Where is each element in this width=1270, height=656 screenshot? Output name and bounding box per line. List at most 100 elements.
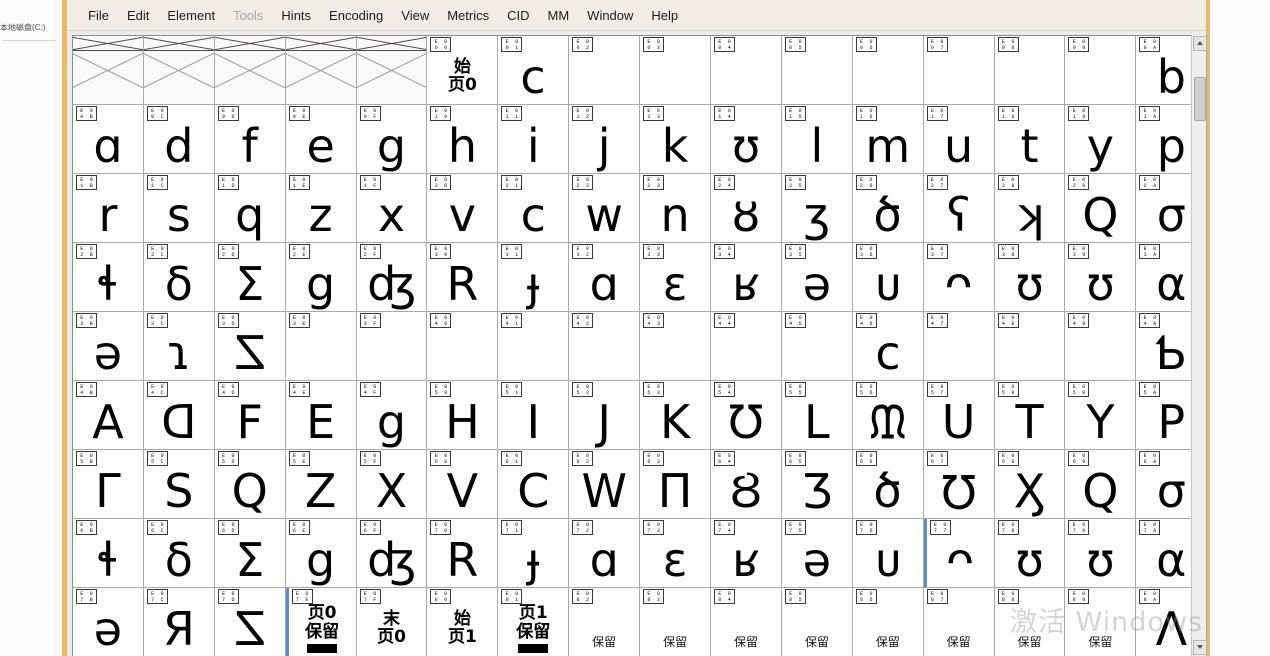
glyph-cell[interactable]	[143, 36, 215, 105]
glyph-cell[interactable]: E5 08T	[994, 381, 1066, 450]
glyph-cell[interactable]	[285, 36, 357, 105]
glyph-cell[interactable]: E1 0B r	[73, 174, 144, 243]
glyph-cell[interactable]: E5 02 J	[569, 381, 641, 450]
glyph-cell[interactable]: E 8 0 8 保留	[994, 588, 1066, 656]
glyph-cell[interactable]: E2 0Fʤ	[356, 243, 428, 312]
glyph-cell[interactable]: E 8 0 4 保留	[711, 588, 782, 656]
glyph-cell[interactable]: E2 06ծ	[852, 174, 924, 243]
glyph-cell[interactable]: E7 07ᴖ	[923, 519, 995, 588]
glyph-cell[interactable]: E7 0CЯ	[143, 588, 215, 656]
glyph-cell[interactable]: E5 06ᙢ	[852, 381, 924, 450]
glyph-cell[interactable]: E3 04ʁ	[711, 243, 782, 312]
glyph-cell[interactable]: E7 0Bǝ	[73, 588, 144, 656]
glyph-cell[interactable]: E7 00R	[427, 519, 499, 588]
glyph-cell[interactable]: E4 0BA	[73, 381, 144, 450]
glyph-cell[interactable]: E2 01c	[498, 174, 570, 243]
glyph-cell[interactable]: E4 03	[640, 312, 712, 381]
glyph-cell[interactable]: E4 00	[427, 312, 499, 381]
glyph-cell[interactable]: E3 08ʊ	[994, 243, 1066, 312]
glyph-cell[interactable]: E0 03	[640, 36, 712, 105]
glyph-cell[interactable]: E1 04ʊ	[711, 105, 782, 174]
glyph-cell[interactable]: E1 07u	[923, 105, 995, 174]
glyph-cell[interactable]: E1 05 l	[781, 105, 853, 174]
glyph-cell[interactable]: E 8 0 7 保留	[923, 588, 995, 656]
glyph-cell[interactable]: E5 09Y	[1065, 381, 1137, 450]
glyph-cell[interactable]: E5 0BΓ	[73, 450, 144, 519]
glyph-cell[interactable]: E5 0EZ	[285, 450, 357, 519]
scroll-down-button[interactable]	[1193, 640, 1207, 655]
glyph-cell[interactable]: E3 09ʊ	[1065, 243, 1137, 312]
glyph-cell[interactable]: E1 03k	[640, 105, 712, 174]
glyph-cell[interactable]: E5 0FX	[356, 450, 428, 519]
glyph-cell[interactable]: E7 03ɛ	[640, 519, 712, 588]
glyph-cell[interactable]: E1 0Dq	[214, 174, 286, 243]
glyph-cell[interactable]: E2 03n	[640, 174, 712, 243]
glyph-cell[interactable]: E5 01 I	[498, 381, 570, 450]
glyph-cell[interactable]: E7 02ɑ	[569, 519, 641, 588]
glyph-cell[interactable]: E4 01	[498, 312, 570, 381]
glyph-cell[interactable]: E4 07	[923, 312, 995, 381]
glyph-cell[interactable]: E6 09Q	[1065, 450, 1137, 519]
glyph-cell[interactable]: E5 03K	[640, 381, 712, 450]
glyph-cell[interactable]: E4 06ɔ	[852, 312, 924, 381]
glyph-cell[interactable]: E7 09ʊ	[1065, 519, 1137, 588]
glyph-cell[interactable]: E 8 0 5 保留	[781, 588, 853, 656]
glyph-cell[interactable]: E6 05Ʒ	[781, 450, 853, 519]
glyph-cell[interactable]: E2 00v	[427, 174, 499, 243]
glyph-cell[interactable]: E 8 0 3 保留	[640, 588, 712, 656]
glyph-cell[interactable]	[214, 36, 286, 105]
glyph-cell[interactable]: E0 09	[1065, 36, 1137, 105]
glyph-cell[interactable]: E 8 0 2 保留	[569, 588, 641, 656]
glyph-cell[interactable]: E6 0DΣ	[214, 519, 286, 588]
scroll-up-button[interactable]	[1193, 36, 1207, 51]
menu-help[interactable]: Help	[642, 4, 687, 27]
glyph-cell[interactable]: E1 06m	[852, 105, 924, 174]
glyph-cell[interactable]: E 7 0 F 末页0	[356, 588, 428, 656]
glyph-cell[interactable]: E6 0Eg	[285, 519, 357, 588]
glyph-cell[interactable]: E6 0Bɬ	[73, 519, 144, 588]
glyph-cell[interactable]: E1 02 j	[569, 105, 641, 174]
glyph-cell[interactable]: E2 04ȣ	[711, 174, 782, 243]
glyph-cell[interactable]: E7 04ʁ	[711, 519, 782, 588]
glyph-cell[interactable]: E3 0E	[285, 312, 357, 381]
glyph-cell[interactable]: E0 07	[923, 36, 995, 105]
glyph-cell[interactable]: E4 04	[711, 312, 782, 381]
glyph-cell[interactable]: E0 0Ee	[285, 105, 357, 174]
glyph-cell[interactable]: E1 08 t	[994, 105, 1066, 174]
glyph-cell[interactable]: E3 0Bǝ	[73, 312, 144, 381]
glyph-cell[interactable]: E3 0DZ	[214, 312, 286, 381]
menu-view[interactable]: View	[392, 4, 438, 27]
glyph-cell[interactable]: E0 01ɔ	[498, 36, 570, 105]
glyph-cell[interactable]: E0 06	[852, 36, 924, 105]
glyph-cell[interactable]: E3 06ᴜ	[852, 243, 924, 312]
glyph-cell[interactable]: E0 0D f	[214, 105, 286, 174]
glyph-cell[interactable]: E2 09Q	[1065, 174, 1137, 243]
menu-edit[interactable]: Edit	[118, 4, 158, 27]
glyph-cell[interactable]: E2 0Cδ	[143, 243, 215, 312]
glyph-cell[interactable]: E5 05L	[781, 381, 853, 450]
glyph-cell[interactable]: E 0 0 0 始页0	[427, 36, 499, 105]
menu-element[interactable]: Element	[158, 4, 224, 27]
glyph-cell[interactable]: E6 00V	[427, 450, 499, 519]
glyph-cell[interactable]: E0 0Cd	[143, 105, 215, 174]
glyph-cell[interactable]: E0 0Bɑ	[73, 105, 144, 174]
glyph-cell[interactable]: E4 02	[569, 312, 641, 381]
scrollbar-thumb[interactable]	[1194, 77, 1206, 121]
glyph-cell[interactable]: E2 07ʕ	[923, 174, 995, 243]
glyph-cell[interactable]: E7 05ǝ	[781, 519, 853, 588]
glyph-cell[interactable]: E0 02	[569, 36, 641, 105]
glyph-cell[interactable]: E4 0EE	[285, 381, 357, 450]
menu-cid[interactable]: CID	[498, 4, 538, 27]
glyph-cell[interactable]: E7 0DZ	[214, 588, 286, 656]
glyph-cell[interactable]: E1 00h	[427, 105, 499, 174]
glyph-cell[interactable]: E6 02W	[569, 450, 641, 519]
glyph-cell[interactable]: E6 07Ω	[923, 450, 995, 519]
glyph-cell[interactable]: E3 03ɛ	[640, 243, 712, 312]
glyph-cell[interactable]	[73, 36, 144, 105]
glyph-cell[interactable]: E0 05	[781, 36, 853, 105]
glyph-cell[interactable]: E6 08Ӽ	[994, 450, 1066, 519]
vertical-scrollbar[interactable]	[1191, 35, 1207, 656]
glyph-cell[interactable]: E3 05ǝ	[781, 243, 853, 312]
glyph-cell[interactable]: E6 01C	[498, 450, 570, 519]
glyph-cell[interactable]: E5 0DԚ	[214, 450, 286, 519]
